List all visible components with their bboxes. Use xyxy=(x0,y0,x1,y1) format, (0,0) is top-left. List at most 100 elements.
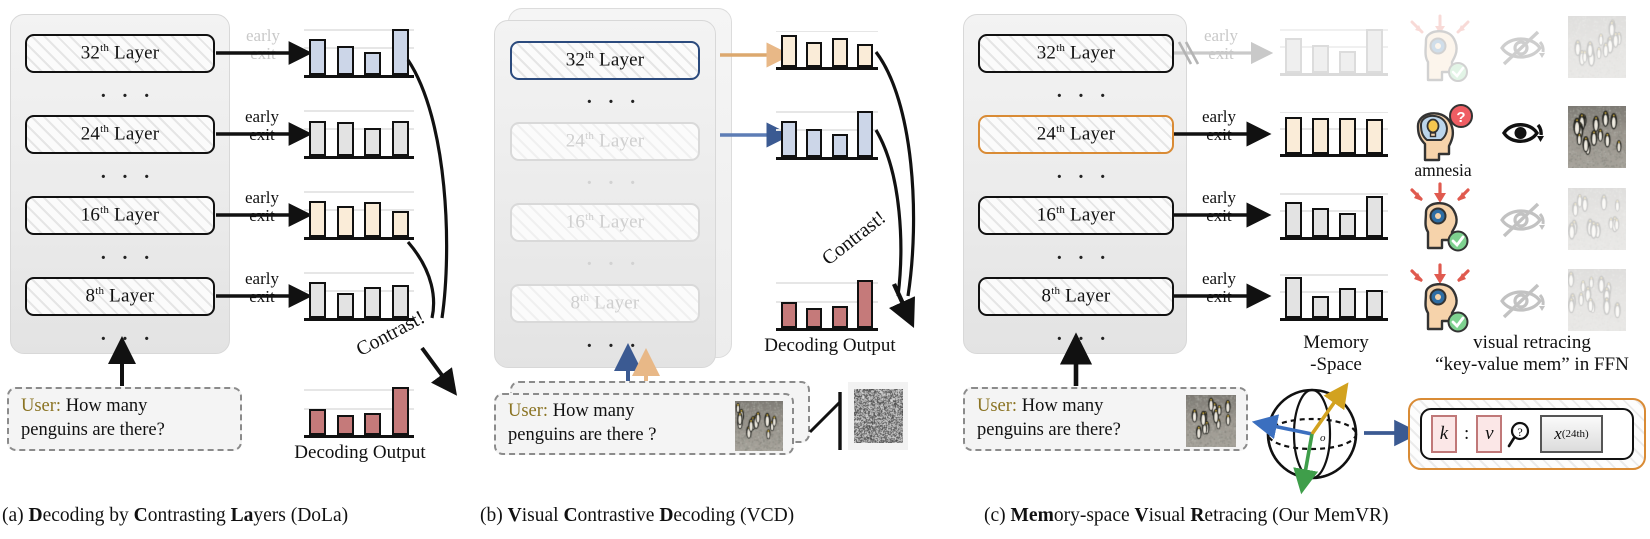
panel-c-eye-off-icon-row3 xyxy=(1498,196,1550,244)
panel-b-caption: (b) Visual Contrastive Decoding (VCD) xyxy=(480,505,794,527)
panel-c-magnifier-question-icon: ? xyxy=(1508,419,1534,449)
panel-c-memory-sphere: o xyxy=(1260,384,1364,484)
panel-a-arrow-8 xyxy=(216,289,301,303)
panel-a-dots-1: · · · xyxy=(100,86,155,106)
chart-bar xyxy=(1366,196,1383,237)
panel-c-kv-inner-box[interactable]: k : v ? x (24th) xyxy=(1420,408,1634,460)
panel-b-dots-2: · · · xyxy=(586,173,641,193)
chart-c-8th-layer-logits xyxy=(1280,267,1388,321)
panel-b-layer-24: 24th Layer xyxy=(510,122,700,161)
panel-a-contrast-arrow xyxy=(418,342,468,392)
panel-a-early-32: early xyxy=(246,26,280,45)
panel-c-penguin-thumb-row3 xyxy=(1568,188,1626,250)
chart-baseline xyxy=(1280,154,1388,157)
panel-a-user-prompt[interactable]: User: How many penguins are there? xyxy=(7,387,242,451)
panel-c-layer-24[interactable]: 24th Layer xyxy=(978,115,1174,154)
panel-a: 32th Layer · · · 24th Layer · · · 16th L… xyxy=(0,0,470,539)
chart-bar xyxy=(781,302,797,328)
panel-c-visual-retracing-label: visual retracing “key-value mem” in FFN xyxy=(1412,332,1650,376)
panel-b-layer-24-label: 24th Layer xyxy=(566,130,645,152)
chart-bar xyxy=(309,39,326,75)
panel-c-x-sup: (24th) xyxy=(1562,428,1589,440)
chart-bar xyxy=(1285,202,1302,237)
panel-b-user-line2: penguins are there ? xyxy=(508,425,656,445)
chart-bar xyxy=(806,308,822,328)
panel-b-user-prompt[interactable]: User: How many penguins are there ? xyxy=(494,393,794,455)
panel-c-user-line2: penguins are there? xyxy=(977,420,1121,440)
chart-bar xyxy=(309,121,326,156)
chart-a-16th-layer-logits xyxy=(304,184,414,240)
panel-b-user-label: User: xyxy=(508,401,548,421)
panel-a-dots-3: · · · xyxy=(100,248,155,268)
svg-text:?: ? xyxy=(1456,109,1465,126)
chart-gridline xyxy=(776,31,878,33)
panel-c-penguin-thumb-row2 xyxy=(1568,106,1626,168)
panel-a-layer-24[interactable]: 24th Layer xyxy=(25,115,215,154)
panel-a-layer-16[interactable]: 16th Layer xyxy=(25,196,215,235)
chart-baseline xyxy=(1280,318,1388,321)
panel-c-layer-8[interactable]: 8th Layer xyxy=(978,277,1174,316)
panel-c-layer-32[interactable]: 32th Layer xyxy=(978,34,1174,73)
panel-b-output-label: Decoding Output xyxy=(750,335,910,357)
chart-bar xyxy=(1366,290,1383,318)
chart-c-32th-layer-logits-disabled xyxy=(1280,22,1388,76)
panel-c-user-label: User: xyxy=(977,396,1017,416)
chart-bar xyxy=(364,52,381,75)
panel-c-early-24: early xyxy=(1202,107,1236,126)
panel-c-penguin-thumb-row1 xyxy=(1568,16,1626,78)
panel-c-arrow-32-disabled xyxy=(1174,46,1264,72)
chart-baseline xyxy=(304,435,414,438)
panel-b-arrow-original xyxy=(720,48,780,62)
chart-b-decoding-output xyxy=(776,275,878,331)
panel-c-layer-16[interactable]: 16th Layer xyxy=(978,196,1174,235)
panel-c-memory-label-l1: Memory xyxy=(1256,332,1416,354)
panel-b-dots-3: · · · xyxy=(586,254,641,274)
panel-a-layer-32[interactable]: 32th Layer xyxy=(25,34,215,73)
panel-a-arrow-16 xyxy=(216,208,301,222)
panel-c-early-8: early xyxy=(1202,269,1236,288)
panel-b-dots-4: · · · xyxy=(586,336,641,356)
chart-bar xyxy=(309,409,326,435)
chart-baseline xyxy=(776,67,878,70)
panel-c-penguin-image xyxy=(1186,395,1236,447)
chart-bar xyxy=(392,387,409,435)
panel-c-user-line1: How many xyxy=(1022,396,1104,416)
panel-c-dots-2: · · · xyxy=(1056,167,1111,187)
chart-bar xyxy=(781,121,797,157)
chart-baseline xyxy=(304,75,414,78)
panel-c-kv-key: k xyxy=(1431,415,1457,453)
panel-b: 32th Layer · · · 24th Layer · · · 16th L… xyxy=(470,0,960,539)
panel-c-eye-off-icon-row1 xyxy=(1498,24,1550,72)
chart-baseline xyxy=(1280,237,1388,240)
panel-c-caption-prefix: (c) xyxy=(984,505,1006,526)
panel-c-dots-1: · · · xyxy=(1056,86,1111,106)
chart-bar xyxy=(1366,119,1383,154)
panel-a-layer-8[interactable]: 8th Layer xyxy=(25,277,215,316)
figure-root: 32th Layer · · · 24th Layer · · · 16th L… xyxy=(0,0,1650,539)
chart-bar xyxy=(364,287,381,318)
panel-c-dots-4: · · · xyxy=(1056,329,1111,349)
panel-b-layer-8: 8th Layer xyxy=(510,284,700,323)
chart-bar xyxy=(337,122,354,156)
chart-bar xyxy=(1339,118,1356,154)
panel-c-user-prompt[interactable]: User: How many penguins are there? xyxy=(963,387,1248,451)
chart-bar xyxy=(1339,288,1356,318)
panel-c-sphere-to-kv-arrow xyxy=(1364,424,1412,442)
panel-a-arrow-32 xyxy=(216,46,301,60)
chart-bar xyxy=(364,128,381,156)
panel-a-user-text: User: How many penguins are there? xyxy=(9,395,165,442)
panel-a-layer-16-label: 16th Layer xyxy=(81,204,160,226)
panel-b-penguin-image xyxy=(735,401,783,451)
panel-a-caption: (a) Decoding by Contrasting Layers (DoLa… xyxy=(2,505,348,527)
panel-b-layer-16: 16th Layer xyxy=(510,203,700,242)
chart-bar xyxy=(1312,45,1329,73)
panel-c-arrow-16 xyxy=(1174,208,1260,222)
chart-gridline xyxy=(1280,193,1388,195)
chart-bar xyxy=(806,129,822,157)
chart-bar xyxy=(1285,38,1302,73)
panel-c-early-16: early xyxy=(1202,188,1236,207)
chart-c-24th-layer-logits xyxy=(1280,105,1388,157)
panel-b-layer-32[interactable]: 32th Layer xyxy=(510,41,700,80)
panel-a-contrast-curves xyxy=(400,50,480,350)
chart-bar xyxy=(1339,213,1356,237)
